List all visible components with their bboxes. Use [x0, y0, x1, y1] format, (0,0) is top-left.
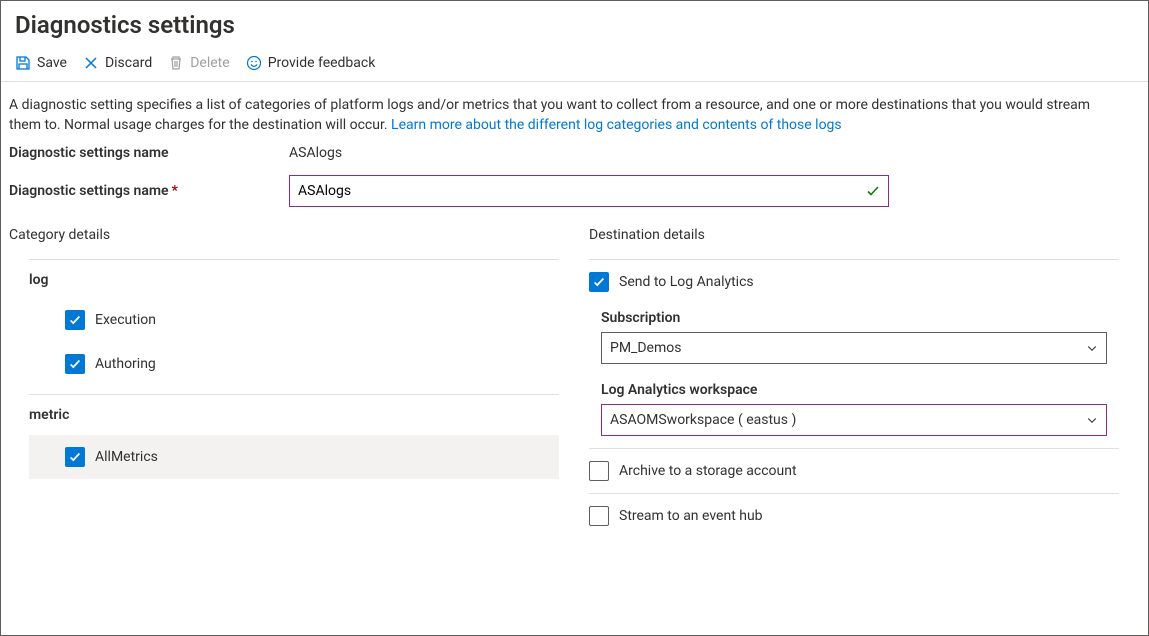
feedback-button[interactable]: Provide feedback — [246, 55, 376, 71]
toolbar: Save Discard Delete Provide feedback — [1, 51, 1148, 82]
dest-log-analytics-checkbox[interactable] — [589, 272, 609, 292]
discard-button[interactable]: Discard — [83, 55, 152, 71]
save-label: Save — [37, 55, 67, 71]
check-icon — [68, 450, 82, 464]
check-icon — [68, 357, 82, 371]
log-authoring-label: Authoring — [95, 356, 156, 372]
check-icon — [592, 275, 606, 289]
log-authoring-row[interactable]: Authoring — [29, 342, 559, 386]
log-execution-checkbox[interactable] — [65, 310, 85, 330]
dest-eventhub-label: Stream to an event hub — [619, 508, 763, 524]
dest-eventhub-row[interactable]: Stream to an event hub — [589, 506, 1119, 526]
dest-storage-checkbox[interactable] — [589, 461, 609, 481]
smiley-icon — [246, 55, 262, 71]
log-execution-row[interactable]: Execution — [29, 298, 559, 342]
workspace-label: Log Analytics workspace — [601, 382, 1119, 398]
metric-allmetrics-checkbox[interactable] — [65, 447, 85, 467]
name-input-label: Diagnostic settings name* — [9, 183, 289, 199]
dest-storage-row[interactable]: Archive to a storage account — [589, 461, 1119, 481]
feedback-label: Provide feedback — [268, 55, 376, 71]
name-input[interactable] — [289, 175, 889, 207]
metric-group-title: metric — [29, 395, 559, 435]
subscription-select[interactable]: PM_Demos — [601, 332, 1107, 364]
save-button[interactable]: Save — [15, 55, 67, 71]
metric-allmetrics-label: AllMetrics — [95, 449, 158, 465]
dest-eventhub-checkbox[interactable] — [589, 506, 609, 526]
dest-log-analytics-label: Send to Log Analytics — [619, 274, 754, 290]
page-title: Diagnostics settings — [1, 1, 1148, 51]
subscription-value: PM_Demos — [610, 340, 681, 356]
required-asterisk: * — [172, 183, 178, 199]
delete-button: Delete — [168, 55, 229, 71]
learn-more-link[interactable]: Learn more about the different log categ… — [391, 117, 842, 133]
log-group-title: log — [29, 268, 559, 298]
log-authoring-checkbox[interactable] — [65, 354, 85, 374]
close-icon — [83, 55, 99, 71]
chevron-down-icon — [1086, 414, 1098, 426]
trash-icon — [168, 55, 184, 71]
dest-log-analytics-row[interactable]: Send to Log Analytics — [589, 272, 1119, 292]
destination-details-title: Destination details — [589, 227, 1119, 243]
category-details-title: Category details — [9, 227, 559, 243]
name-display-value: ASAlogs — [289, 145, 342, 161]
save-icon — [15, 55, 31, 71]
workspace-value: ASAOMSworkspace ( eastus ) — [610, 412, 796, 428]
workspace-select[interactable]: ASAOMSworkspace ( eastus ) — [601, 404, 1107, 436]
discard-label: Discard — [105, 55, 152, 71]
name-display-label: Diagnostic settings name — [9, 145, 289, 161]
metric-allmetrics-row[interactable]: AllMetrics — [29, 435, 559, 479]
description-text: A diagnostic setting specifies a list of… — [1, 82, 1131, 145]
checkmark-icon — [865, 183, 881, 199]
subscription-label: Subscription — [601, 310, 1119, 326]
log-execution-label: Execution — [95, 312, 156, 328]
chevron-down-icon — [1086, 342, 1098, 354]
delete-label: Delete — [190, 55, 229, 71]
check-icon — [68, 313, 82, 327]
dest-storage-label: Archive to a storage account — [619, 463, 797, 479]
